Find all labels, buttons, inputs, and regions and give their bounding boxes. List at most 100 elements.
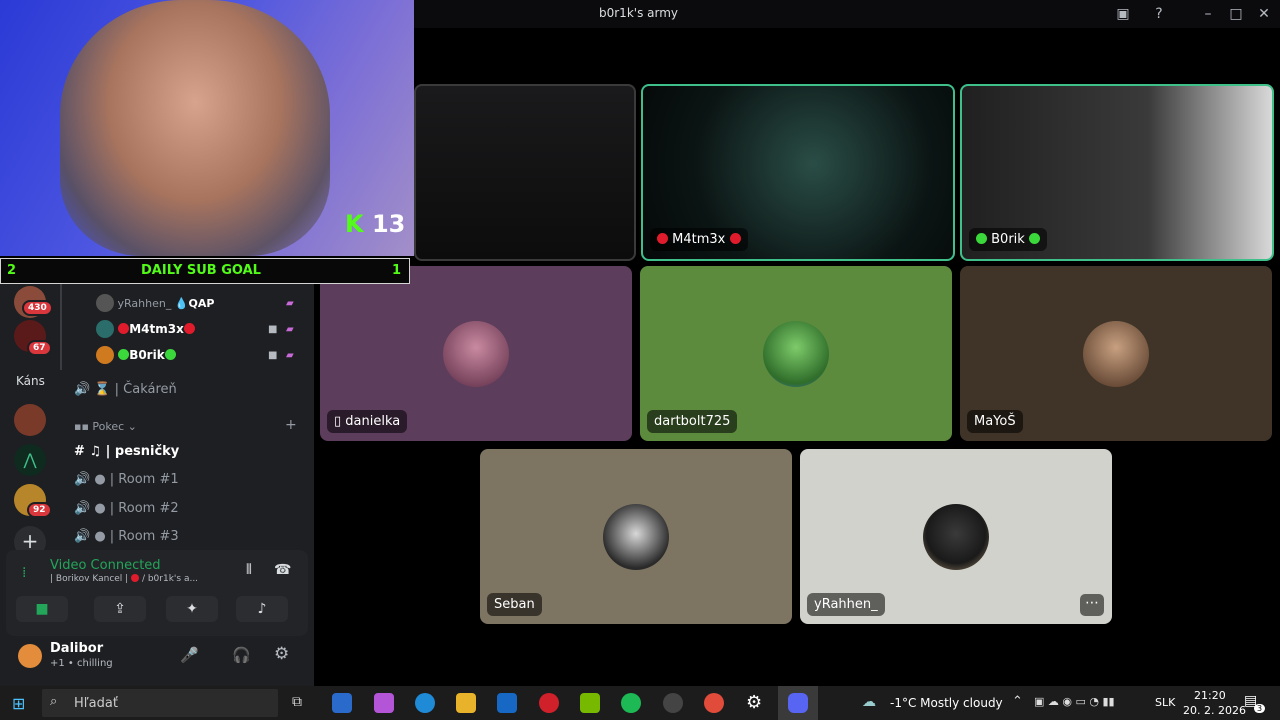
chrome-icon[interactable]	[704, 693, 724, 713]
participant-label: yRahhen_	[807, 593, 885, 616]
video-tile[interactable]	[414, 84, 636, 261]
soundboard-button[interactable]: ♪	[236, 596, 288, 622]
notification-count: 3	[1254, 704, 1266, 713]
user-status: +1 • chilling	[50, 658, 113, 669]
unread-badge: 92	[27, 502, 52, 518]
screen-share-button[interactable]: ⇪	[94, 596, 146, 622]
noise-suppression-icon[interactable]: ⫴	[246, 562, 252, 578]
category-pokec[interactable]: ▪▪ Pokec ⌄	[74, 420, 137, 433]
outlook-icon[interactable]	[497, 693, 517, 713]
discord-taskbar-button[interactable]	[778, 686, 818, 720]
voice-channel-room-1[interactable]: 🔊 ● | Room #1	[74, 472, 179, 487]
start-icon[interactable]: ⊞	[12, 694, 25, 713]
kick-logo-icon: K	[345, 210, 364, 238]
discord-icon	[788, 693, 808, 713]
stream-icon: ▰	[286, 324, 294, 335]
title-bar: b0r1k's army ▣ ? – □ ✕	[414, 0, 1280, 28]
settings-app-icon[interactable]: ⚙	[746, 692, 762, 713]
kick-count: 13	[371, 210, 406, 238]
avatar	[443, 320, 509, 387]
stream-icon: ▰	[286, 298, 294, 309]
weather-icon[interactable]: ☁	[862, 694, 876, 710]
sub-goal-bar: 2 DAILY SUB GOAL 1	[0, 258, 410, 284]
taskbar: ⊞ ⌕ Hľadať ⧉ ⚙ ☁ -1°C Mostly cloudy ⌃ ▣ …	[0, 686, 1280, 720]
voice-user-m4tm3x[interactable]: M4tm3x	[96, 320, 195, 338]
nvidia-icon[interactable]	[580, 693, 600, 713]
signal-icon[interactable]: ⁞	[22, 565, 26, 581]
microphone-icon[interactable]: 🎤	[180, 646, 199, 664]
file-explorer-icon[interactable]	[456, 693, 476, 713]
voice-channel-room-3[interactable]: 🔊 ● | Room #3	[74, 529, 179, 544]
clock-time[interactable]: 21:20	[1194, 689, 1226, 702]
voice-location[interactable]: | Borikov Kancel | / b0r1k's a...	[50, 574, 198, 584]
edge-icon[interactable]	[415, 693, 435, 713]
participant-tile-danielka[interactable]: ▯ danielka	[320, 266, 632, 441]
search-box[interactable]: ⌕ Hľadať	[42, 689, 278, 717]
user-panel: Dalibor +1 • chilling 🎤 🎧 ⚙	[6, 636, 308, 680]
spotify-icon[interactable]	[621, 693, 641, 713]
stream-icon: ▰	[286, 350, 294, 361]
activities-button[interactable]: ✦	[166, 596, 218, 622]
maximize-icon[interactable]: □	[1227, 5, 1245, 23]
avatar	[763, 320, 829, 387]
tray-icons[interactable]: ▣ ☁ ◉ ▭ ◔ ▮▮	[1034, 695, 1115, 708]
streamer-face	[60, 0, 330, 256]
participant-label: M4tm3x	[650, 228, 748, 251]
unread-badge: 67	[27, 340, 52, 356]
avatar	[603, 503, 669, 570]
window-title: b0r1k's army	[599, 6, 679, 20]
participant-label: dartbolt725	[647, 410, 738, 433]
task-view-icon[interactable]: ⧉	[292, 694, 302, 710]
kick-counter: K 13	[345, 210, 409, 240]
voice-connection-panel: ⁞ Video Connected | Borikov Kancel | / b…	[6, 550, 308, 636]
help-icon[interactable]: ?	[1150, 5, 1168, 23]
avatar	[1083, 320, 1149, 387]
camera-button[interactable]: ■	[16, 596, 68, 622]
steam-icon[interactable]	[663, 693, 683, 713]
participant-tile-yrahhen[interactable]: yRahhen_ ⋯	[800, 449, 1112, 624]
server-folder-label[interactable]: Káns	[16, 374, 45, 388]
participant-label: MaYoŠ	[967, 410, 1023, 433]
language-indicator[interactable]: SLK	[1155, 696, 1175, 709]
minimize-icon[interactable]: –	[1199, 5, 1217, 23]
tray-chevron-icon[interactable]: ⌃	[1012, 694, 1023, 709]
search-icon: ⌕	[50, 694, 58, 709]
voice-user-b0rik[interactable]: B0rik	[96, 346, 176, 364]
unread-badge: 430	[22, 300, 53, 316]
text-channel-pesnicky[interactable]: # ♫ | pesničky	[74, 444, 179, 459]
avatar[interactable]	[18, 644, 42, 668]
participant-label: ▯ danielka	[327, 410, 408, 433]
opera-icon[interactable]	[539, 693, 559, 713]
video-tile-b0rik[interactable]: B0rik	[960, 84, 1274, 261]
more-options-icon[interactable]: ⋯	[1080, 594, 1104, 616]
username[interactable]: Dalibor	[50, 641, 103, 656]
participant-tile-dartbolt725[interactable]: dartbolt725	[640, 266, 952, 441]
store-icon[interactable]	[332, 693, 352, 713]
video-tile-m4tm3x[interactable]: M4tm3x	[641, 84, 955, 261]
inbox-icon[interactable]: ▣	[1114, 5, 1132, 23]
streamer-webcam: K 13	[0, 0, 414, 256]
voice-user-yrahhen[interactable]: yRahhen_ 💧QAP	[96, 294, 214, 312]
settings-icon[interactable]: ⚙	[274, 644, 289, 664]
headphones-icon[interactable]: 🎧	[232, 646, 251, 664]
participant-label: Seban	[487, 593, 542, 616]
disconnect-icon[interactable]: ☎	[274, 562, 291, 578]
participant-tile-seban[interactable]: Seban	[480, 449, 792, 624]
camera-icon: ■	[268, 324, 278, 335]
weather-text[interactable]: -1°C Mostly cloudy	[890, 696, 1003, 710]
close-icon[interactable]: ✕	[1255, 5, 1273, 23]
participant-tile-mayos[interactable]: MaYoŠ	[960, 266, 1272, 441]
voice-status[interactable]: Video Connected	[50, 558, 161, 573]
sub-goal-label: DAILY SUB GOAL	[141, 263, 261, 278]
call-stage: M4tm3x B0rik ▯ danielka dartbolt725 MaYo…	[314, 28, 1280, 686]
server-icon[interactable]	[14, 404, 46, 436]
avatar	[923, 503, 989, 570]
participant-label: B0rik	[969, 228, 1047, 251]
voice-channel-room-2[interactable]: 🔊 ● | Room #2	[74, 501, 179, 516]
voice-channel-waiting[interactable]: 🔊 ⌛ | Čakáreň	[74, 382, 177, 397]
clock-date[interactable]: 20. 2. 2026	[1183, 704, 1246, 717]
camera-icon: ■	[268, 350, 278, 361]
copilot-icon[interactable]	[374, 693, 394, 713]
add-channel-icon[interactable]: +	[285, 417, 297, 433]
server-icon[interactable]: ⋀	[14, 444, 46, 476]
